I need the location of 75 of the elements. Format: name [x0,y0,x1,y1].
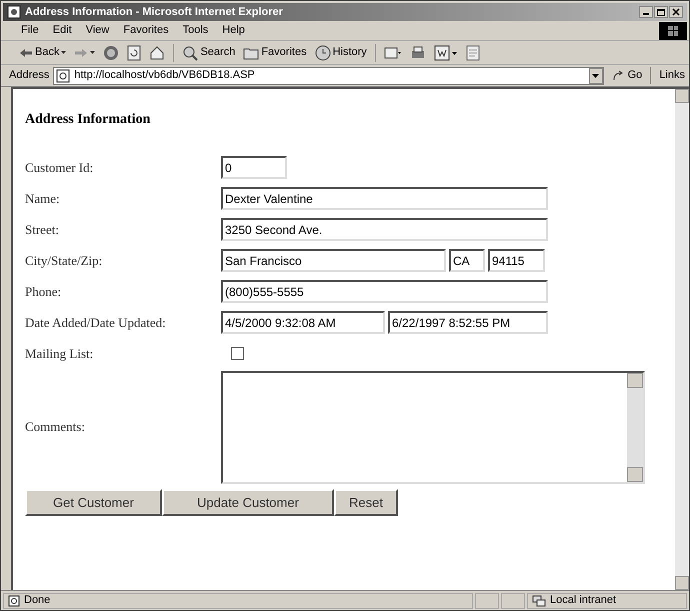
input-field[interactable]: San Francisco [221,249,446,272]
window-title: Address Information - Microsoft Internet Explorer [25,4,283,20]
close-button[interactable] [669,6,683,18]
field-label: Name: [25,190,61,208]
status-panel [501,592,525,608]
input-field[interactable]: 0 [221,156,287,179]
refresh-button[interactable] [125,44,144,60]
close-icon [672,8,680,16]
form-button[interactable]: Get Customer [25,489,162,516]
network-icon [532,594,546,606]
status-text: Done [24,593,50,608]
input-field[interactable]: (800)555-5555 [221,280,548,303]
page-icon [7,5,21,19]
search-icon [182,44,198,60]
form-button[interactable]: Update Customer [162,489,334,516]
input-field[interactable]: 4/5/2000 9:32:08 AM [221,311,385,334]
mail-icon [384,44,402,60]
field-label: Phone: [25,282,62,301]
go-arrow-icon [612,70,624,82]
field-label: Street: [25,220,60,239]
dropdown-button[interactable] [588,68,603,84]
back-button[interactable]: Back [17,44,68,61]
form-heading: Address Information [25,111,152,129]
checkbox[interactable] [231,347,244,360]
field-label: Customer Id: [25,158,94,177]
forward-button[interactable] [72,48,98,58]
refresh-icon [127,44,142,60]
maximize-button[interactable] [654,6,668,18]
input-field[interactable]: 94115 [488,249,545,272]
address-label: Address [9,68,50,84]
links-button[interactable]: Links [650,67,685,84]
menu-item[interactable]: Tools [178,22,212,39]
back-arrow-icon [19,48,33,58]
field-label: Date Added/Date Updated: [25,314,167,332]
input-field[interactable]: Dexter Valentine [221,187,548,210]
edit-button[interactable] [432,44,460,60]
minimize-button[interactable] [639,6,653,18]
printer-icon [410,44,426,60]
document-icon [434,44,458,60]
menu-item[interactable]: Edit [48,22,76,39]
mail-button[interactable] [382,44,404,60]
form-button[interactable]: Reset [334,489,398,516]
forward-arrow-icon [74,48,88,58]
field-label: City/State/Zip: [25,252,104,270]
search-button[interactable]: Search [180,44,238,61]
field-label: Mailing List: [25,344,94,363]
caret-icon [61,51,66,54]
zone-text: Local intranet [550,593,616,608]
caret-icon [90,51,96,54]
address-field[interactable]: http://localhost/vb6db/VB6DB18.ASP [53,66,604,84]
go-button[interactable]: Go [608,67,646,84]
favorites-button[interactable]: Favorites [241,44,309,61]
page-icon [8,594,20,606]
menu-item[interactable]: File [17,22,43,39]
home-icon [149,44,166,60]
page-icon [56,68,70,82]
clock-icon [314,44,331,60]
note-icon [466,44,480,60]
windows-logo-icon [659,22,687,40]
folder-icon [243,46,260,60]
status-panel [475,592,499,608]
input-field[interactable]: CA [449,249,485,272]
history-button[interactable]: History [312,44,369,61]
field-label: Comments: [25,418,86,436]
comments-textarea[interactable] [221,370,645,484]
scrollbar[interactable] [675,89,689,590]
discuss-button[interactable] [464,44,482,60]
stop-icon [103,44,120,60]
menu-item[interactable]: Help [218,22,249,39]
menu-item[interactable]: Favorites [119,22,173,39]
caret-icon [592,74,600,78]
url-text: http://localhost/vb6db/VB6DB18.ASP [74,68,255,84]
menu-item[interactable]: View [82,22,114,39]
input-field[interactable]: 6/22/1997 8:52:55 PM [388,311,548,334]
input-field[interactable]: 3250 Second Ave. [221,218,548,241]
